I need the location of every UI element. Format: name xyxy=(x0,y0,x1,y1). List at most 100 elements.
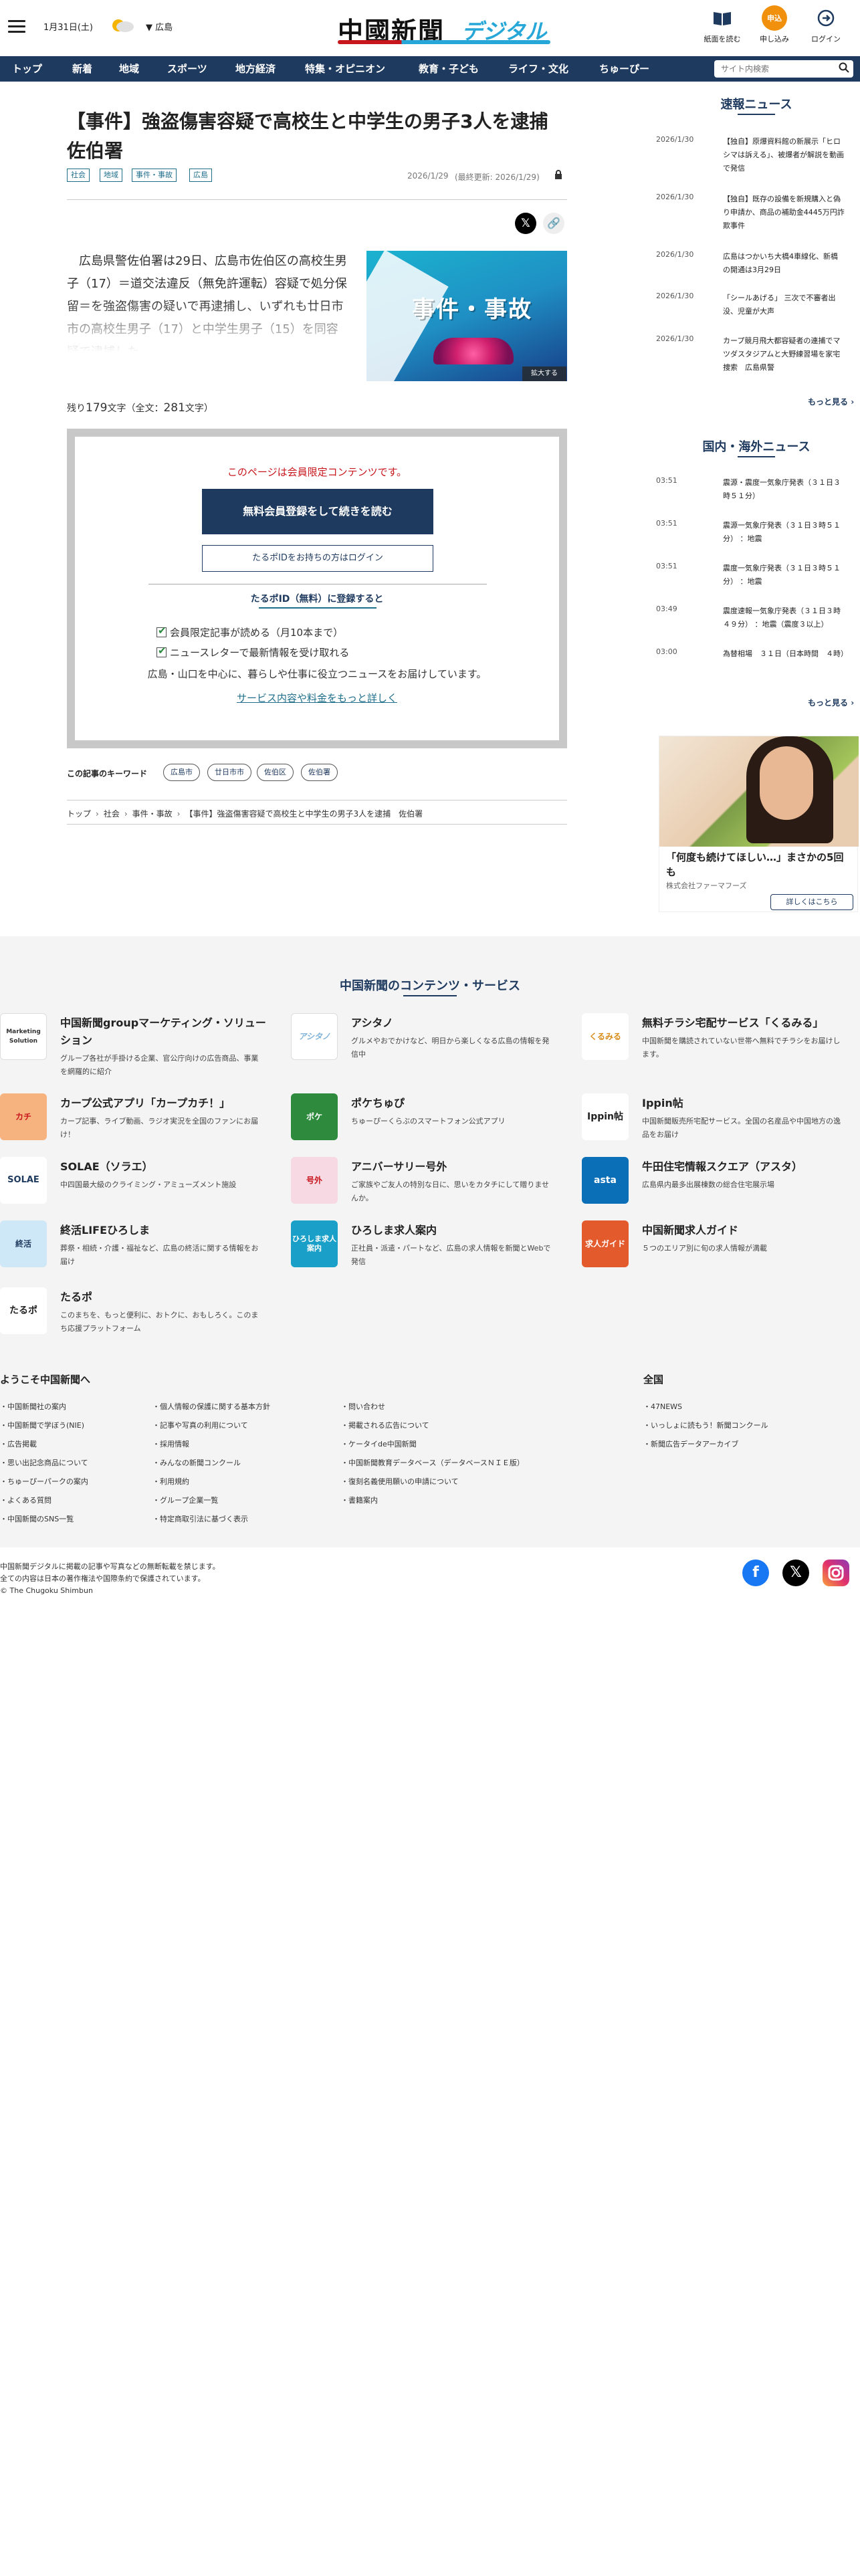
service-card[interactable]: Marketing Solution 中国新聞groupマーケティング・ソリュー… xyxy=(0,1013,267,1076)
footer-link[interactable]: 利用規約 xyxy=(152,1476,189,1487)
footer-link[interactable]: 書籍案内 xyxy=(341,1495,378,1505)
breaking-item[interactable]: 2026/1/30 【独自】既存の設備を新規購入と偽り申請か、商品の補助金4445… xyxy=(656,193,857,233)
footer-link[interactable]: 掲載される広告について xyxy=(341,1420,429,1430)
chevron-right-icon: › xyxy=(124,809,128,819)
footer-link[interactable]: 採用情報 xyxy=(152,1438,189,1449)
login-button[interactable]: ログイン xyxy=(802,5,849,44)
footer-link[interactable]: 中国新聞のSNS一覧 xyxy=(0,1513,74,1524)
nav-new[interactable]: 新着 xyxy=(72,56,92,82)
breaking-item[interactable]: 2026/1/30 「シールあげる」 三次で不審者出没、児童が大声 xyxy=(656,292,857,320)
nav-opinion[interactable]: 特集・オピニオン xyxy=(305,56,385,82)
footer-link[interactable]: よくある質問 xyxy=(0,1495,51,1505)
read-paper-button[interactable]: 紙面を読む xyxy=(699,5,746,44)
keyword-chip[interactable]: 廿日市市 xyxy=(207,764,251,781)
service-desc: 広島県内最多出展棟数の総合住宅展示場 xyxy=(642,1180,774,1189)
nav-top[interactable]: トップ xyxy=(12,56,42,82)
service-card[interactable]: ポケ ポケちゅぴ ちゅーぴーくらぶのスマートフォン公式アプリ xyxy=(291,1093,558,1147)
x-icon[interactable]: 𝕏 xyxy=(782,1560,809,1586)
world-more-link[interactable]: もっと見る › xyxy=(808,697,854,708)
breadcrumb: トップ › 社会 › 事件・事故 › 【事件】強盗傷害容疑で高校生と中学生の男子3人を逮捕 … xyxy=(67,808,423,819)
world-item[interactable]: 03:00 為替相場 ３１日（日本時間 ４時） xyxy=(656,647,857,677)
instagram-icon[interactable] xyxy=(823,1560,849,1586)
breaking-more-link[interactable]: もっと見る › xyxy=(808,396,854,407)
service-name: アシタノ xyxy=(351,1016,393,1029)
nav-education[interactable]: 教育・子ども xyxy=(419,56,479,82)
breaking-item[interactable]: 2026/1/30 カープ競月飛大都容疑者の連捕でマツダスタジアムと大野練習場を家… xyxy=(656,334,857,374)
search-input[interactable] xyxy=(714,60,828,78)
service-card[interactable]: 求人ガイド 中国新聞求人ガイド ５つのエリア別に旬の求人情報が満載 xyxy=(582,1220,849,1274)
world-item[interactable]: 03:49 震度速報一気象庁発表（３１日３時４９分） ：地震（震度３以上） xyxy=(656,605,857,634)
breadcrumb-society[interactable]: 社会 xyxy=(104,809,120,819)
register-button[interactable]: 無料会員登録をして続きを読む xyxy=(202,489,433,534)
service-card[interactable]: アシタノ アシタノ グルメやおでかけなど、明日から楽しくなる広島の情報を発信中 xyxy=(291,1013,558,1067)
item-title: 震度一気象庁発表（３１日３時５１分） ：地震 xyxy=(723,564,841,586)
tarupo-login-button[interactable]: たるポIDをお持ちの方はログイン xyxy=(202,545,433,572)
service-card[interactable]: くるみる 無料チラシ宅配サービス「くるみる」 中国新聞を購読されていない世帯へ無… xyxy=(582,1013,849,1067)
footer-link[interactable]: 中国新聞教育データベース（データベースＮＩＥ版） xyxy=(341,1457,524,1468)
site-logo[interactable]: 中國新聞 デジタル xyxy=(338,7,558,46)
footer-link[interactable]: 新聞広告データアーカイブ xyxy=(643,1438,738,1449)
world-item[interactable]: 03:51 震度一気象庁発表（３１日３時５１分） ：地震 xyxy=(656,562,857,591)
facebook-icon[interactable]: f xyxy=(742,1560,769,1586)
keywords-label: この記事のキーワード xyxy=(67,769,148,778)
service-card[interactable]: 号外 アニバーサリー号外 ご家族やご友人の特別な日に、思いをカタチにして贈りませ… xyxy=(291,1157,558,1210)
item-title: 【独自】原爆資料館の新展示「ヒロシマは訴える」、被爆者が解説を動画で発信 xyxy=(723,137,845,173)
share-x-icon[interactable]: 𝕏 xyxy=(515,213,536,234)
nav-chupy[interactable]: ちゅーぴー xyxy=(599,56,649,82)
footer-link[interactable]: グループ企業一覧 xyxy=(152,1495,218,1505)
apply-button[interactable]: 申込 申し込み xyxy=(751,5,798,44)
breadcrumb-incident[interactable]: 事件・事故 xyxy=(132,809,173,819)
article-photo[interactable]: 事件・事故 xyxy=(366,251,567,381)
footer-link[interactable]: ケータイde中国新聞 xyxy=(341,1438,417,1449)
nav-economy[interactable]: 地方経済 xyxy=(235,56,276,82)
footer-link[interactable]: 広告掲載 xyxy=(0,1438,37,1449)
footer-link[interactable]: 中国新聞で学ぼう(NIE) xyxy=(0,1420,84,1430)
footer-link[interactable]: みんなの新聞コンクール xyxy=(152,1457,241,1468)
tag-society[interactable]: 社会 xyxy=(67,169,90,182)
world-item[interactable]: 03:51 震源一気象庁発表（３１日３時５１分） ：地震 xyxy=(656,519,857,548)
service-card[interactable]: 終活 終活LIFEひろしま 葬祭・相続・介護・福祉など、広島の終活に関する情報を… xyxy=(0,1220,267,1274)
sidebar-ad[interactable]: 「何度も続けてほしい…」まさかの5回も 株式会社ファーマフーズ 詳しくはこちら xyxy=(659,736,859,912)
footer-link[interactable]: いっしょに読もう！新聞コンクール xyxy=(643,1420,768,1430)
item-date: 2026/1/30 xyxy=(656,193,694,201)
footer-link[interactable]: 思い出記念商品について xyxy=(0,1457,88,1468)
keyword-chip[interactable]: 広島市 xyxy=(163,764,200,781)
zoom-button[interactable]: 拡大する xyxy=(522,366,566,381)
tag-local[interactable]: 地域 xyxy=(100,169,122,182)
tag-hiroshima[interactable]: 広島 xyxy=(189,169,212,182)
tag-incident[interactable]: 事件・事故 xyxy=(132,169,177,182)
footer-link[interactable]: 記事や写真の利用について xyxy=(152,1420,248,1430)
nav-sports[interactable]: スポーツ xyxy=(167,56,207,82)
service-card[interactable]: Ippin帖 Ippin帖 中国新聞販売所宅配サービス。全国の名産品や中国地方の… xyxy=(582,1093,849,1147)
copy-link-icon[interactable]: 🔗 xyxy=(543,213,564,234)
keyword-chip[interactable]: 佐伯区 xyxy=(257,764,294,781)
item-title: 震源一気象庁発表（３１日３時５１分） ：地震 xyxy=(723,521,841,543)
service-details-link[interactable]: サービス内容や料金をもっと詳しく xyxy=(75,691,559,705)
breadcrumb-top[interactable]: トップ xyxy=(67,809,91,819)
service-card[interactable]: カチ カープ公式アプリ「カープカチ！」 カープ記事、ライブ動画、ラジオ実況を全国… xyxy=(0,1093,267,1147)
footer-link[interactable]: 問い合わせ xyxy=(341,1401,385,1412)
service-card[interactable]: SOLAE SOLAE（ソラエ） 中四国最大級のクライミング・アミューズメント施… xyxy=(0,1157,267,1210)
search-icon[interactable] xyxy=(839,62,849,76)
footer-link[interactable]: 47NEWS xyxy=(643,1401,682,1412)
service-card[interactable]: たるポ たるポ このまちを、もっと便利に、おトクに、おもしろく。このまち応援プラ… xyxy=(0,1287,267,1341)
footer-link[interactable]: ちゅーぴーパークの案内 xyxy=(0,1476,88,1487)
item-date: 2026/1/30 xyxy=(656,292,694,300)
world-item[interactable]: 03:51 震源・震度一気象庁発表（３１日３時５１分） xyxy=(656,476,857,506)
nav-local[interactable]: 地域 xyxy=(119,56,139,82)
region-selector[interactable]: ▼ 広島 xyxy=(146,20,173,33)
footer-link[interactable]: 特定商取引法に基づく表示 xyxy=(152,1513,248,1524)
footer-link[interactable]: 復刻名義使用願いの申請について xyxy=(341,1476,459,1487)
keyword-chip[interactable]: 佐伯署 xyxy=(301,764,338,781)
menu-icon[interactable] xyxy=(8,20,25,33)
footer-link[interactable]: 個人情報の保護に関する基本方針 xyxy=(152,1401,270,1412)
ad-details-button[interactable]: 詳しくはこちら xyxy=(770,894,853,910)
service-logo: ポケ xyxy=(291,1093,338,1140)
service-card[interactable]: ひろしま求人案内 ひろしま求人案内 正社員・派遣・パートなど、広島の求人情報を新… xyxy=(291,1220,558,1274)
footer-link[interactable]: 中国新聞社の案内 xyxy=(0,1401,66,1412)
breaking-item[interactable]: 2026/1/30 広島はつかいち大橋4車線化、新橋の開通は3月29日 xyxy=(656,250,857,278)
service-card[interactable]: asta 牛田住宅情報スクエア（アスタ） 広島県内最多出展棟数の総合住宅展示場 xyxy=(582,1157,849,1210)
breadcrumb-bottom-divider xyxy=(67,824,567,825)
breaking-item[interactable]: 2026/1/30 【独自】原爆資料館の新展示「ヒロシマは訴える」、被爆者が解説を… xyxy=(656,135,857,175)
nav-life[interactable]: ライフ・文化 xyxy=(508,56,568,82)
